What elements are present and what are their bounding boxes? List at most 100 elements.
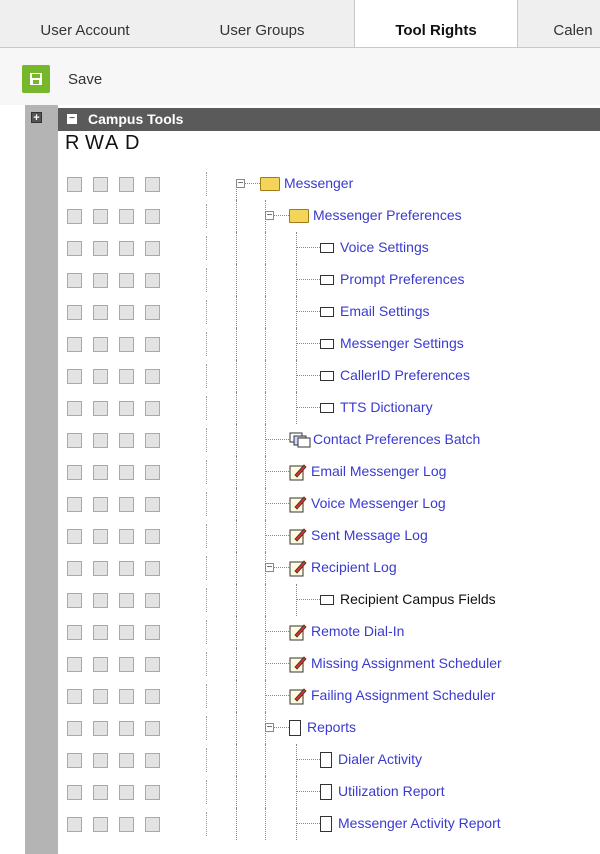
checkbox-add[interactable] — [119, 401, 134, 416]
tab-calendar[interactable]: Calen — [518, 0, 600, 47]
checkbox-delete[interactable] — [145, 465, 160, 480]
checkbox-write[interactable] — [93, 401, 108, 416]
tool-label[interactable]: Recipient Campus Fields — [340, 591, 496, 607]
checkbox-read[interactable] — [67, 401, 82, 416]
checkbox-write[interactable] — [93, 657, 108, 672]
checkbox-delete[interactable] — [145, 785, 160, 800]
checkbox-write[interactable] — [93, 241, 108, 256]
checkbox-add[interactable] — [119, 465, 134, 480]
checkbox-write[interactable] — [93, 721, 108, 736]
checkbox-read[interactable] — [67, 721, 82, 736]
checkbox-add[interactable] — [119, 817, 134, 832]
checkbox-write[interactable] — [93, 561, 108, 576]
checkbox-delete[interactable] — [145, 561, 160, 576]
checkbox-delete[interactable] — [145, 753, 160, 768]
save-button[interactable]: Save — [22, 64, 102, 94]
checkbox-read[interactable] — [67, 497, 82, 512]
checkbox-add[interactable] — [119, 657, 134, 672]
checkbox-read[interactable] — [67, 465, 82, 480]
tool-label[interactable]: Voice Settings — [340, 239, 429, 255]
checkbox-write[interactable] — [93, 305, 108, 320]
checkbox-add[interactable] — [119, 273, 134, 288]
collapse-icon[interactable]: − — [67, 114, 77, 124]
tool-label[interactable]: Messenger Preferences — [313, 207, 462, 223]
checkbox-write[interactable] — [93, 753, 108, 768]
checkbox-delete[interactable] — [145, 689, 160, 704]
tool-label[interactable]: CallerID Preferences — [340, 367, 470, 383]
checkbox-delete[interactable] — [145, 497, 160, 512]
checkbox-add[interactable] — [119, 209, 134, 224]
tool-label[interactable]: Messenger — [284, 175, 353, 191]
checkbox-read[interactable] — [67, 273, 82, 288]
tool-label[interactable]: Messenger Activity Report — [338, 815, 501, 831]
tree-toggle-icon[interactable]: − — [236, 179, 245, 189]
checkbox-add[interactable] — [119, 177, 134, 192]
checkbox-add[interactable] — [119, 785, 134, 800]
checkbox-delete[interactable] — [145, 241, 160, 256]
checkbox-read[interactable] — [67, 753, 82, 768]
checkbox-add[interactable] — [119, 241, 134, 256]
tree-toggle-icon[interactable]: − — [265, 211, 274, 221]
checkbox-write[interactable] — [93, 593, 108, 608]
checkbox-read[interactable] — [67, 337, 82, 352]
checkbox-write[interactable] — [93, 209, 108, 224]
tool-label[interactable]: Sent Message Log — [311, 527, 428, 543]
tool-label[interactable]: Contact Preferences Batch — [313, 431, 480, 447]
tool-label[interactable]: Missing Assignment Scheduler — [311, 655, 502, 671]
checkbox-write[interactable] — [93, 273, 108, 288]
tool-label[interactable]: Voice Messenger Log — [311, 495, 446, 511]
checkbox-read[interactable] — [67, 433, 82, 448]
tab-tool-rights[interactable]: Tool Rights — [354, 0, 518, 47]
tool-label[interactable]: Utilization Report — [338, 783, 445, 799]
checkbox-add[interactable] — [119, 369, 134, 384]
checkbox-delete[interactable] — [145, 817, 160, 832]
checkbox-delete[interactable] — [145, 305, 160, 320]
checkbox-read[interactable] — [67, 529, 82, 544]
checkbox-read[interactable] — [67, 817, 82, 832]
tool-label[interactable]: Email Messenger Log — [311, 463, 446, 479]
tool-label[interactable]: Email Settings — [340, 303, 429, 319]
tool-label[interactable]: Prompt Preferences — [340, 271, 465, 287]
checkbox-delete[interactable] — [145, 209, 160, 224]
checkbox-read[interactable] — [67, 785, 82, 800]
checkbox-read[interactable] — [67, 561, 82, 576]
tab-user-groups[interactable]: User Groups — [170, 0, 354, 47]
checkbox-read[interactable] — [67, 593, 82, 608]
tool-label[interactable]: TTS Dictionary — [340, 399, 433, 415]
tool-label[interactable]: Reports — [307, 719, 356, 735]
checkbox-delete[interactable] — [145, 593, 160, 608]
checkbox-write[interactable] — [93, 369, 108, 384]
checkbox-delete[interactable] — [145, 337, 160, 352]
tree-toggle-icon[interactable]: − — [265, 563, 274, 573]
checkbox-delete[interactable] — [145, 273, 160, 288]
checkbox-write[interactable] — [93, 689, 108, 704]
tool-label[interactable]: Messenger Settings — [340, 335, 464, 351]
checkbox-delete[interactable] — [145, 625, 160, 640]
tool-label[interactable]: Dialer Activity — [338, 751, 422, 767]
checkbox-write[interactable] — [93, 785, 108, 800]
checkbox-delete[interactable] — [145, 529, 160, 544]
tool-label[interactable]: Recipient Log — [311, 559, 397, 575]
checkbox-write[interactable] — [93, 433, 108, 448]
checkbox-add[interactable] — [119, 753, 134, 768]
checkbox-add[interactable] — [119, 721, 134, 736]
checkbox-add[interactable] — [119, 305, 134, 320]
checkbox-add[interactable] — [119, 433, 134, 448]
checkbox-read[interactable] — [67, 305, 82, 320]
checkbox-write[interactable] — [93, 529, 108, 544]
checkbox-add[interactable] — [119, 529, 134, 544]
checkbox-delete[interactable] — [145, 177, 160, 192]
checkbox-write[interactable] — [93, 497, 108, 512]
checkbox-delete[interactable] — [145, 369, 160, 384]
checkbox-add[interactable] — [119, 561, 134, 576]
checkbox-read[interactable] — [67, 369, 82, 384]
checkbox-add[interactable] — [119, 689, 134, 704]
expand-all-icon[interactable]: + — [31, 112, 42, 124]
checkbox-write[interactable] — [93, 625, 108, 640]
checkbox-write[interactable] — [93, 465, 108, 480]
tab-user-account[interactable]: User Account — [0, 0, 170, 47]
tool-label[interactable]: Remote Dial-In — [311, 623, 404, 639]
checkbox-read[interactable] — [67, 625, 82, 640]
checkbox-read[interactable] — [67, 241, 82, 256]
checkbox-read[interactable] — [67, 177, 82, 192]
